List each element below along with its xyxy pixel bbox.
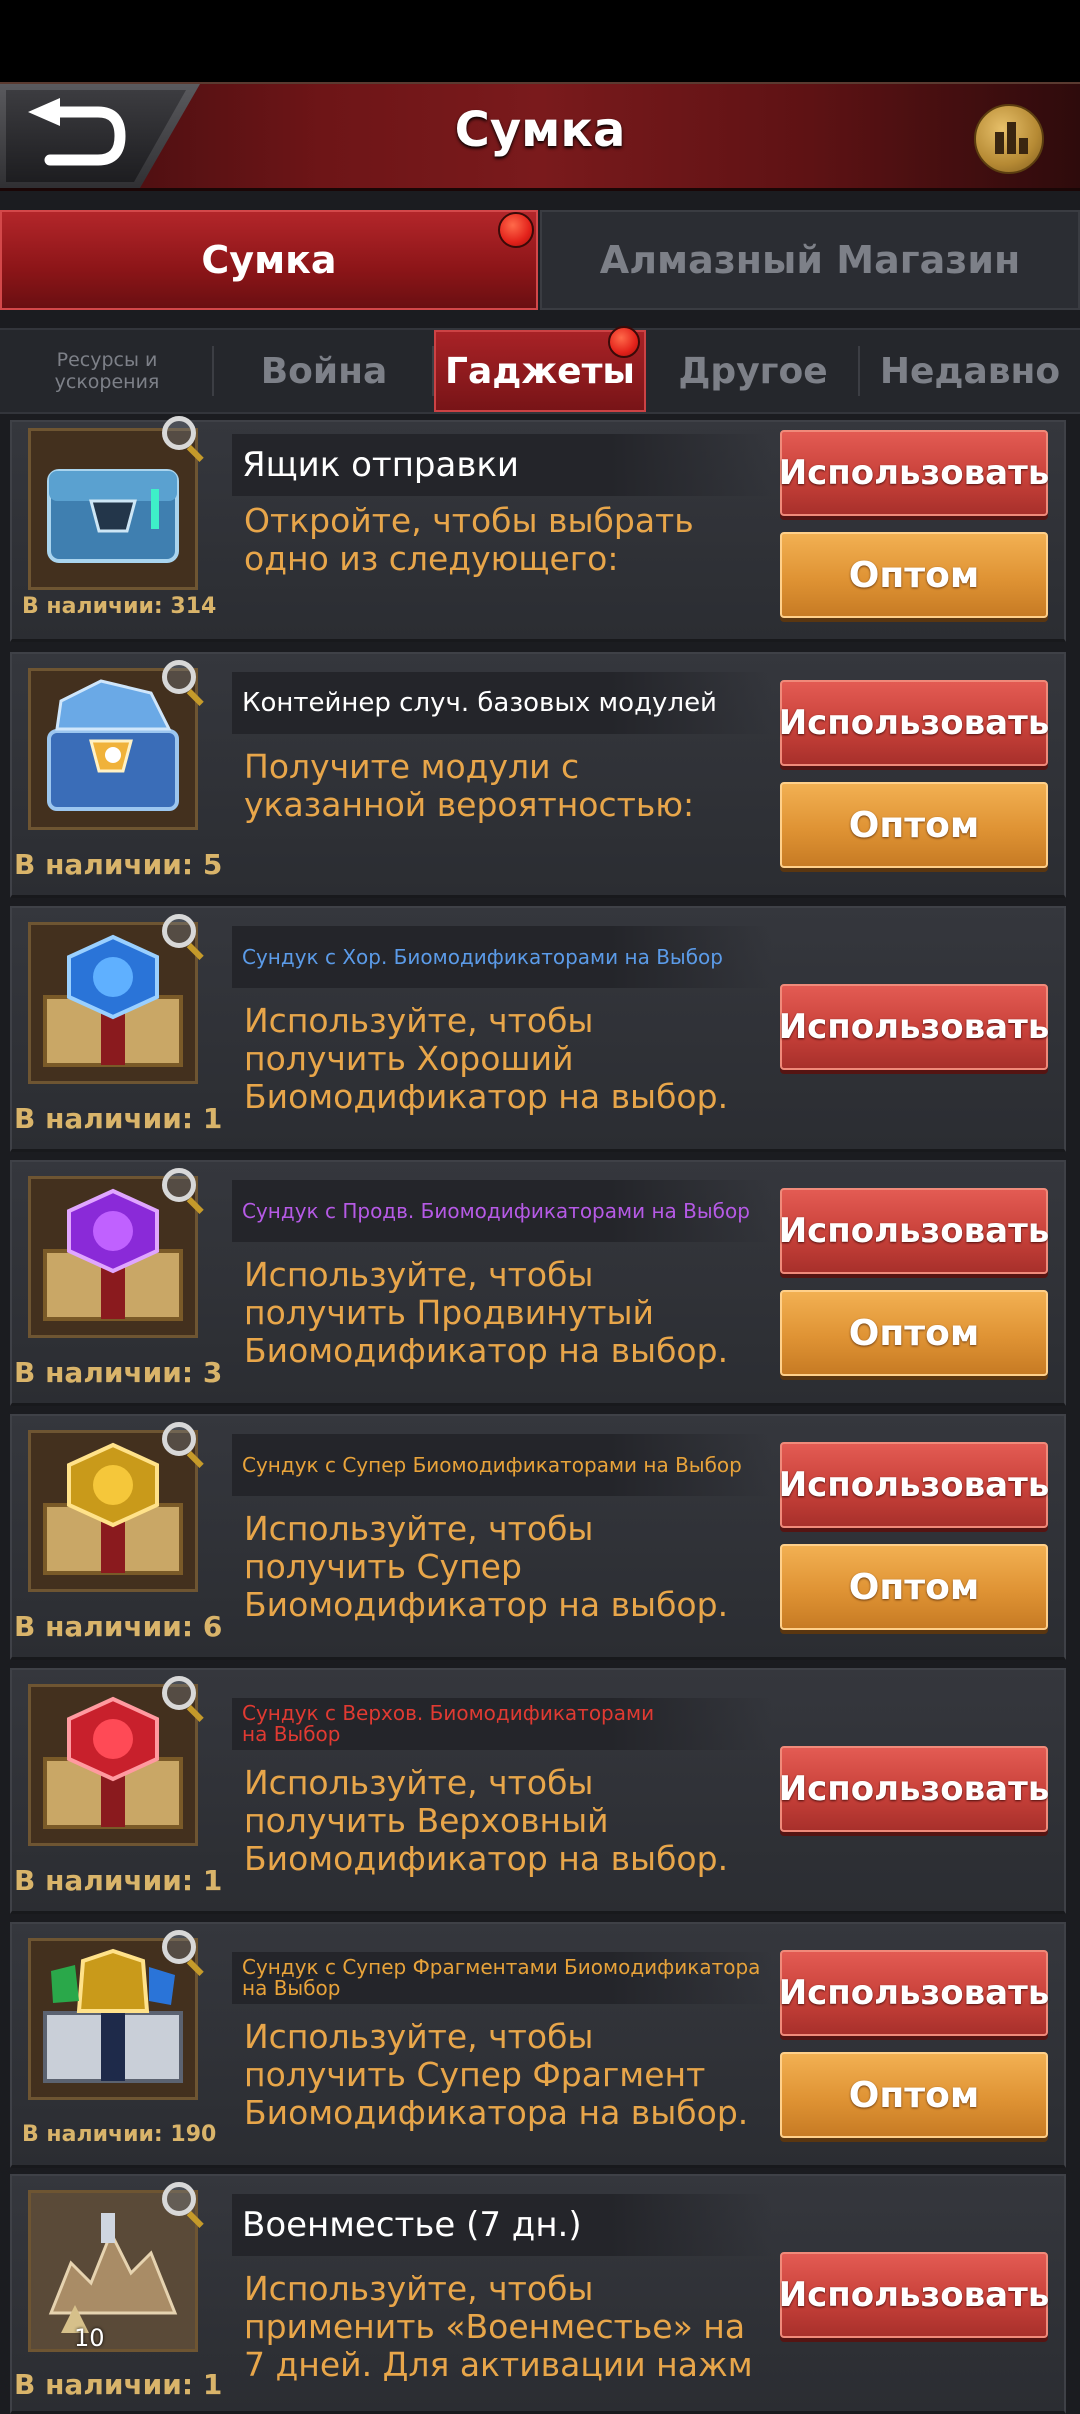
list-item: В наличии: 1 Сундук с Хор. Биомодификато…	[10, 906, 1066, 1152]
item-name-plate: Сундук с Супер Биомодификаторами на Выбо…	[232, 1434, 772, 1496]
category-tabs: Ресурсы и ускорения Война Гаджеты Другое…	[0, 326, 1080, 414]
item-quantity: В наличии: 1	[14, 1864, 223, 1897]
use-button[interactable]: Использовать	[779, 1188, 1049, 1274]
item-name: Сундук с Верхов. Биомодификаторами на Вы…	[242, 1701, 655, 1746]
bulk-button[interactable]: Оптом	[780, 782, 1048, 868]
use-button[interactable]: Использовать	[779, 2252, 1049, 2338]
status-bar	[0, 0, 1080, 82]
use-button[interactable]: Использовать	[779, 1950, 1049, 2036]
fragment-chest-icon	[43, 1948, 183, 2083]
item-description: Откройте, чтобы выбрать одно из следующе…	[244, 501, 694, 578]
stats-button[interactable]	[974, 104, 1044, 174]
page-title: Сумка	[454, 102, 626, 158]
item-description: Используйте, чтобы получить Супер Биомод…	[244, 1509, 729, 1624]
item-quantity: В наличии: 6	[14, 1610, 223, 1643]
tab-bag[interactable]: Сумка	[0, 210, 538, 310]
item-name-plate: Контейнер случ. базовых модулей	[232, 672, 772, 734]
use-button[interactable]: Использовать	[779, 1442, 1049, 1528]
item-name: Военместье (7 дн.)	[242, 2205, 582, 2245]
top-bar: Сумка	[0, 82, 1080, 191]
bulk-button[interactable]: Оптом	[780, 1544, 1048, 1630]
item-quantity: В наличии: 3	[14, 1356, 223, 1389]
bulk-button[interactable]: Оптом	[780, 2052, 1048, 2138]
tab-resources-speedups[interactable]: Ресурсы и ускорения	[0, 330, 214, 412]
use-button[interactable]: Использовать	[779, 680, 1049, 766]
dispatch-crate-icon	[47, 469, 179, 563]
list-item: В наличии: 5 Контейнер случ. базовых мод…	[10, 652, 1066, 898]
item-description: Используйте, чтобы получить Супер Фрагме…	[244, 2017, 749, 2132]
gold-biomod-chest-icon	[43, 1442, 183, 1575]
module-container-icon	[47, 679, 179, 811]
use-button[interactable]: Использовать	[779, 984, 1049, 1070]
item-description: Используйте, чтобы получить Хороший Биом…	[244, 1001, 729, 1116]
item-quantity: В наличии: 190	[22, 2122, 217, 2147]
item-name: Сундук с Супер Фрагментами Биомодификато…	[242, 1955, 761, 2000]
list-item: В наличии: 190 Сундук с Супер Фрагментам…	[10, 1922, 1066, 2168]
list-item: В наличии: 1 Сундук с Верхов. Биомодифик…	[10, 1668, 1066, 1914]
item-name: Сундук с Супер Биомодификаторами на Выбо…	[242, 1453, 742, 1477]
item-quantity: В наличии: 1	[14, 1102, 223, 1135]
item-icon-frame	[28, 428, 198, 590]
tab-war[interactable]: Война	[214, 330, 434, 412]
item-name-plate: Сундук с Супер Фрагментами Биомодификато…	[232, 1952, 772, 2004]
item-name-plate: Сундук с Продв. Биомодификаторами на Выб…	[232, 1180, 772, 1242]
list-item: 10 В наличии: 1 Военместье (7 дн.) Испол…	[10, 2174, 1066, 2414]
item-description: Используйте, чтобы применить «Военместье…	[244, 2269, 753, 2384]
inspect-magnifier-icon[interactable]	[162, 1930, 196, 1964]
inspect-magnifier-icon[interactable]	[162, 1422, 196, 1456]
tab-other[interactable]: Другое	[646, 330, 860, 412]
item-name-plate: Сундук с Верхов. Биомодификаторами на Вы…	[232, 1698, 772, 1750]
list-item: В наличии: 6 Сундук с Супер Биомодификат…	[10, 1414, 1066, 1660]
use-button[interactable]: Использовать	[779, 1746, 1049, 1832]
main-tabs: Сумка Алмазный Магазин	[0, 210, 1080, 312]
item-description: Получите модули с указанной вероятностью…	[244, 747, 695, 824]
list-item: В наличии: 314 Ящик отправки Откройте, ч…	[10, 416, 1066, 642]
list-item: В наличии: 3 Сундук с Продв. Биомодифика…	[10, 1160, 1066, 1406]
bulk-button[interactable]: Оптом	[780, 532, 1048, 618]
tab-resources-label: Ресурсы и ускорения	[54, 349, 160, 393]
blue-biomod-chest-icon	[43, 934, 183, 1067]
tab-recent[interactable]: Недавно	[860, 330, 1080, 412]
item-name-plate: Ящик отправки	[232, 434, 772, 496]
tab-diamond-shop[interactable]: Алмазный Магазин	[540, 210, 1080, 310]
inspect-magnifier-icon[interactable]	[162, 416, 196, 450]
inspect-magnifier-icon[interactable]	[162, 1168, 196, 1202]
inspect-magnifier-icon[interactable]	[162, 2182, 196, 2216]
inspect-magnifier-icon[interactable]	[162, 914, 196, 948]
item-level-badge: 10	[74, 2324, 105, 2352]
item-name: Контейнер случ. базовых модулей	[242, 688, 717, 718]
item-description: Используйте, чтобы получить Продвинутый …	[244, 1255, 729, 1370]
bulk-button[interactable]: Оптом	[780, 1290, 1048, 1376]
item-name: Сундук с Хор. Биомодификаторами на Выбор	[242, 945, 723, 969]
item-name: Ящик отправки	[242, 445, 520, 485]
city-skin-icon	[31, 2193, 195, 2349]
item-description: Используйте, чтобы получить Верховный Би…	[244, 1763, 729, 1878]
red-biomod-chest-icon	[43, 1696, 183, 1829]
notification-dot	[498, 212, 534, 248]
item-name: Сундук с Продв. Биомодификаторами на Выб…	[242, 1199, 750, 1223]
inspect-magnifier-icon[interactable]	[162, 660, 196, 694]
item-name-plate: Сундук с Хор. Биомодификаторами на Выбор	[232, 926, 772, 988]
item-quantity: В наличии: 1	[14, 2368, 223, 2401]
purple-biomod-chest-icon	[43, 1188, 183, 1321]
item-quantity: В наличии: 5	[14, 848, 223, 881]
inspect-magnifier-icon[interactable]	[162, 1676, 196, 1710]
notification-dot	[608, 326, 640, 358]
item-quantity: В наличии: 314	[22, 594, 217, 619]
item-name-plate: Военместье (7 дн.)	[232, 2194, 772, 2256]
use-button[interactable]: Использовать	[779, 430, 1049, 516]
